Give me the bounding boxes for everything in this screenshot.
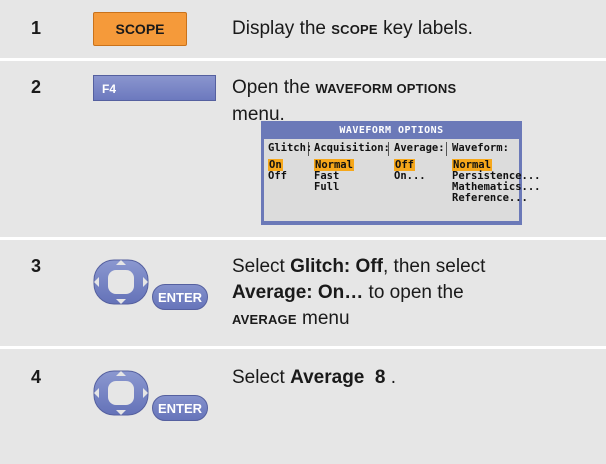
arrow-keys-enter: ENTER [74, 365, 214, 423]
step-text: Select Average 8 . [232, 365, 592, 391]
step-text-keyword: AVERAGE [232, 312, 297, 327]
scope-key[interactable]: SCOPE [93, 12, 187, 46]
step-text-part: key labels. [377, 18, 473, 39]
column-header: Waveform: [452, 142, 509, 154]
instruction-steps: 1 SCOPE Display the SCOPE key labels. 2 … [0, 0, 606, 464]
step-3: 3 ENTER Select Glitch: Off, then select A… [0, 240, 606, 346]
step-text: Select Glitch: Off, then select Average: … [232, 254, 592, 333]
column-header: Acquisition: [314, 142, 390, 154]
step-text-keyword: SCOPE [331, 22, 378, 37]
f4-key[interactable]: F4 [93, 75, 216, 101]
menu-column-average: Average: Off On... [394, 142, 445, 182]
menu-column-waveform: Waveform: Normal Persistence... Mathemat… [452, 142, 541, 204]
menu-option[interactable]: Full [314, 182, 390, 193]
step-4: 4 ENTER Select Average 8 . [0, 349, 606, 464]
menu-title: WAVEFORM OPTIONS [339, 125, 444, 136]
menu-column-glitch: Glitch: On Off [268, 142, 312, 182]
step-number: 2 [31, 77, 42, 97]
step-text-part: . [385, 367, 397, 388]
step-text-part: , then select [382, 256, 486, 277]
step-text-keyword: Average 8 [290, 367, 386, 388]
step-number: 3 [31, 256, 42, 276]
step-number: 4 [31, 367, 42, 387]
menu-body: Glitch: On Off Acquisition: Normal Fast … [264, 139, 541, 221]
step-text-part: Select [232, 256, 291, 277]
waveform-options-menu: WAVEFORM OPTIONS Glitch: On Off Acquisit… [261, 121, 541, 225]
column-header: Glitch: [268, 142, 313, 154]
step-text-keyword: Glitch: Off [290, 256, 383, 277]
menu-column-acquisition: Acquisition: Normal Fast Full [314, 142, 390, 193]
step-number: 1 [31, 18, 42, 38]
enter-key[interactable]: ENTER [152, 395, 208, 421]
step-text-keyword: Average: On… [232, 282, 364, 303]
step-2: 2 F4 Open the WAVEFORM OPTIONS menu. WAVE… [0, 61, 606, 237]
step-text-part: Select [232, 367, 291, 388]
menu-option[interactable]: Off [268, 171, 312, 182]
menu-option[interactable]: On... [394, 171, 445, 182]
step-text-keyword: WAVEFORM OPTIONS [315, 81, 457, 96]
step-text: Display the SCOPE key labels. [232, 16, 592, 43]
step-text-part: Display the [232, 18, 332, 39]
column-header: Average: [394, 142, 445, 154]
step-text-part: menu [296, 308, 350, 329]
step-text-part: to open the [363, 282, 464, 303]
menu-option[interactable]: Reference... [452, 193, 541, 204]
column-divider [446, 142, 447, 156]
arrow-keys-enter: ENTER [74, 254, 214, 312]
enter-key[interactable]: ENTER [152, 284, 208, 310]
step-1: 1 SCOPE Display the SCOPE key labels. [0, 0, 606, 58]
step-text-part: Open the [232, 77, 316, 98]
